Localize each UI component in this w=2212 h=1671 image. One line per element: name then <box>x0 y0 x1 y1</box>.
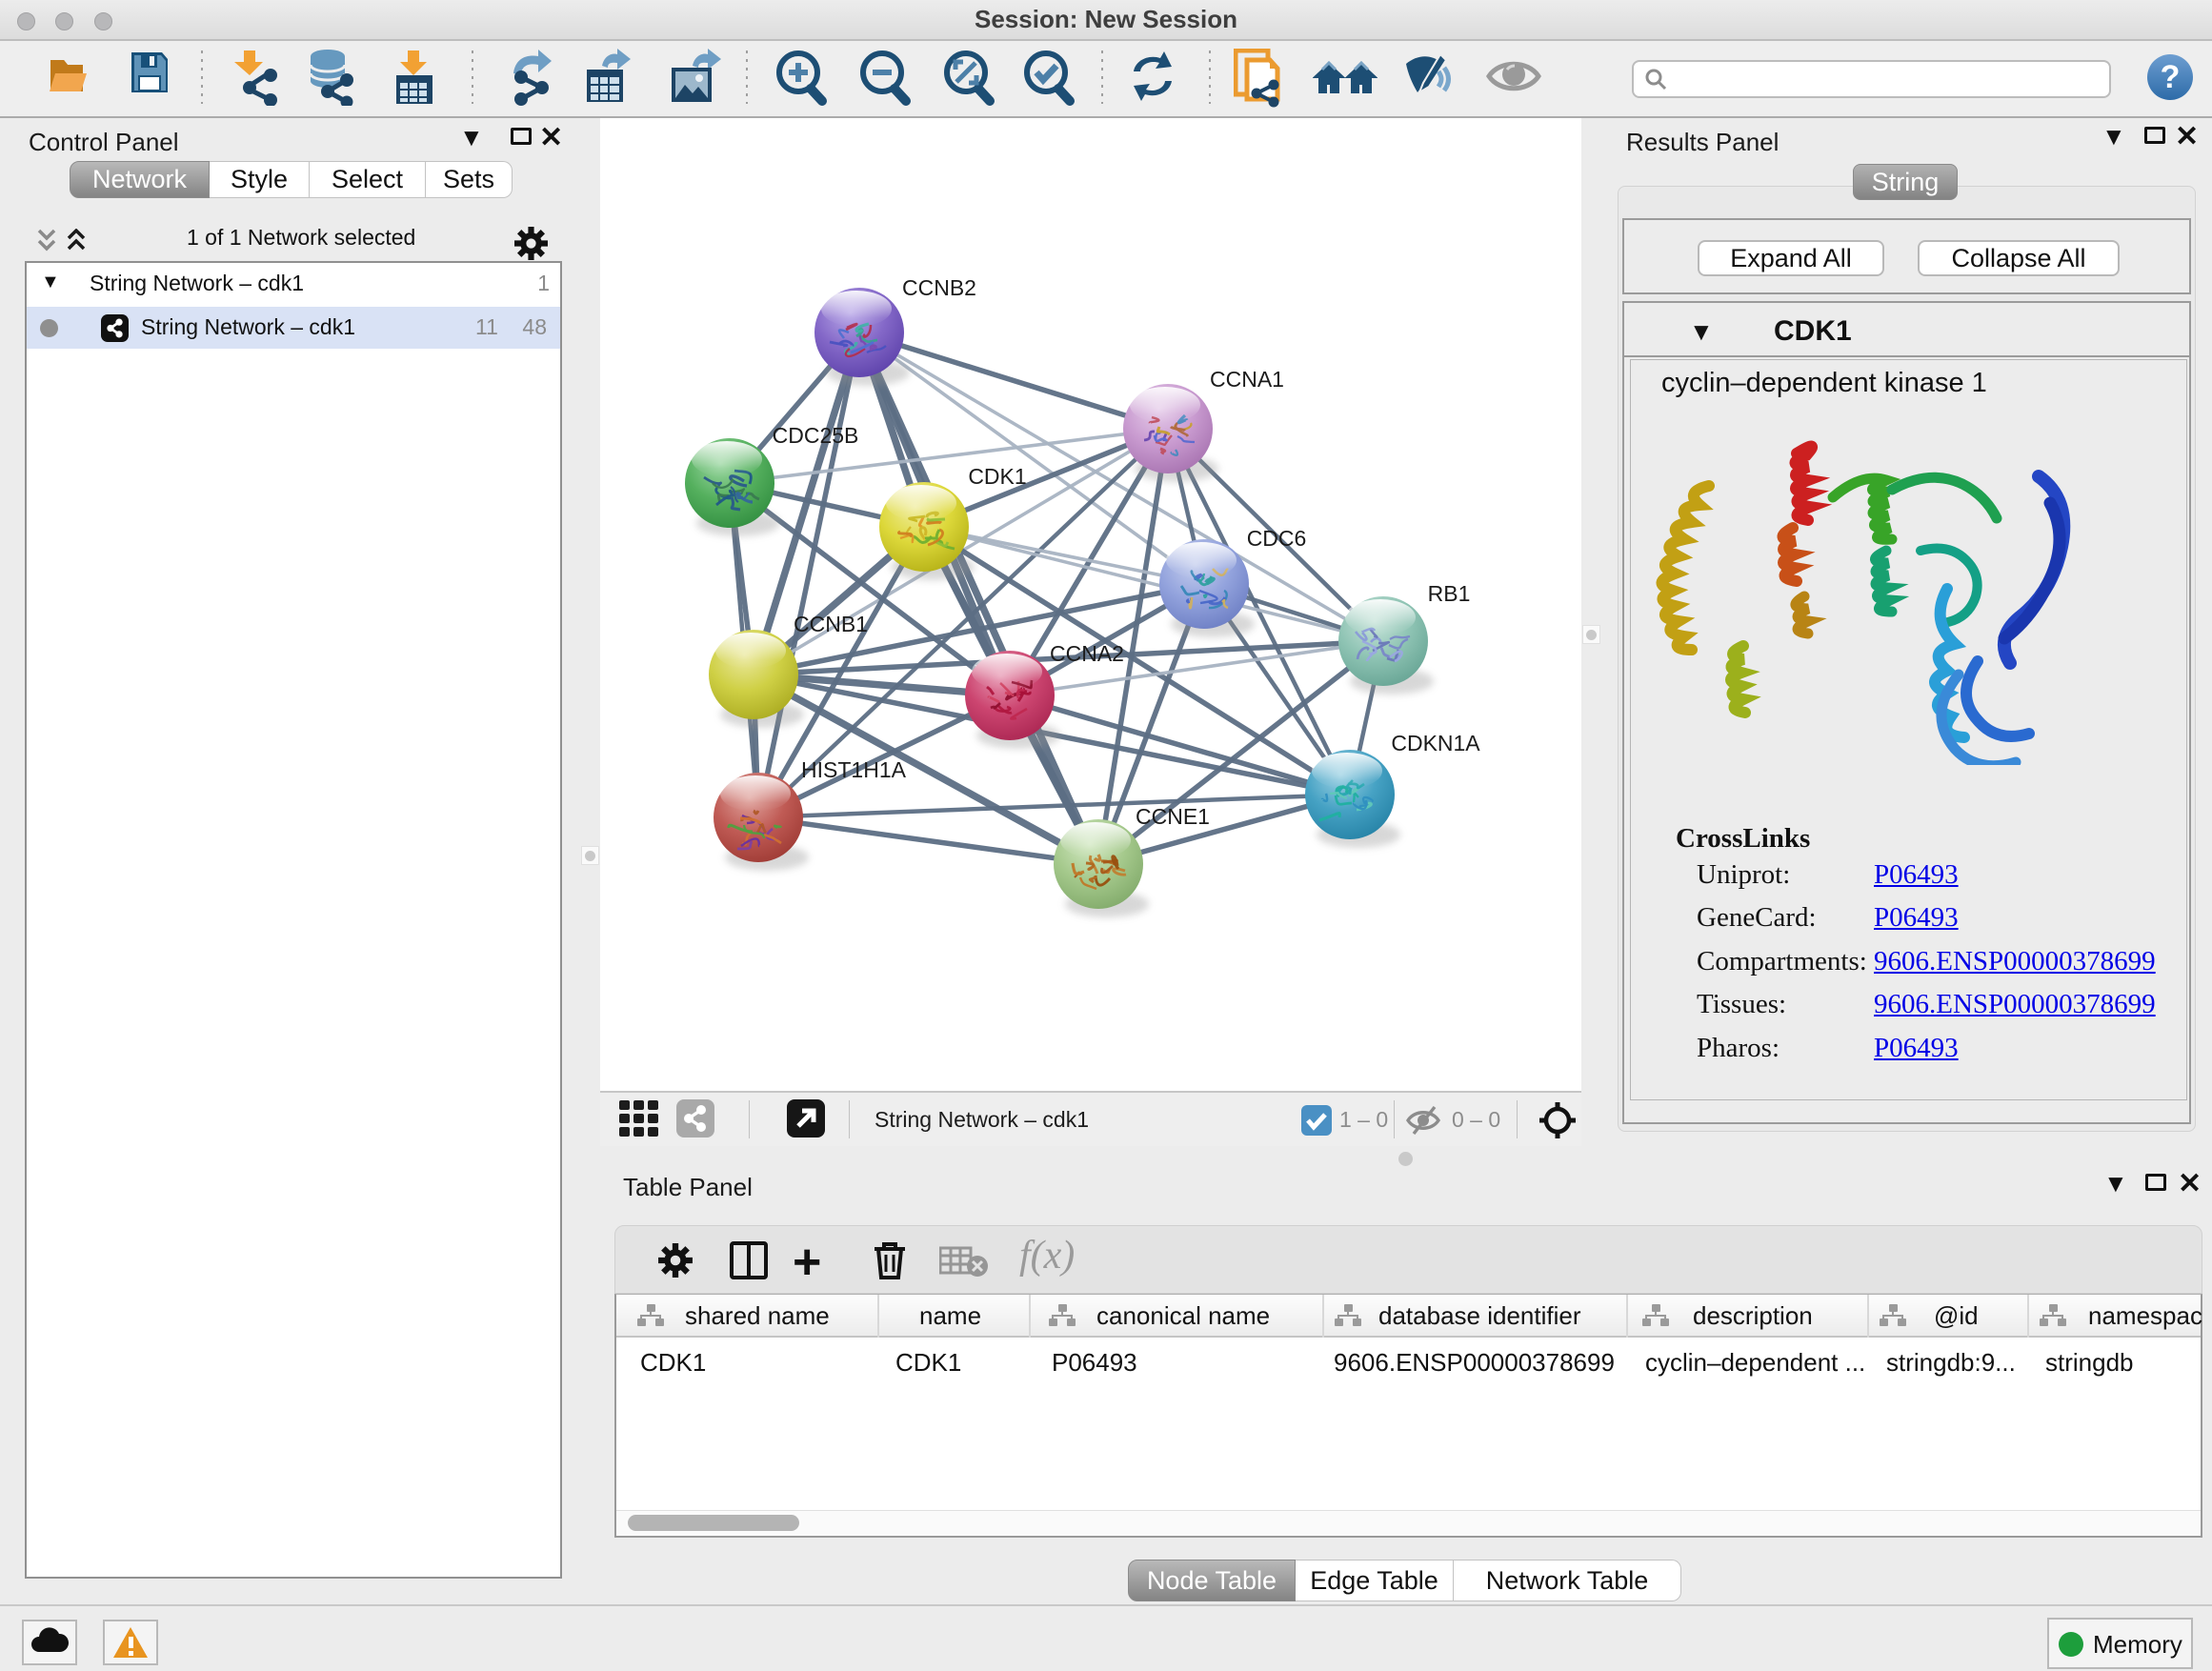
svg-text:CCNE1: CCNE1 <box>1136 804 1210 829</box>
svg-text:CDK1: CDK1 <box>968 464 1026 489</box>
svg-text:CDKN1A: CDKN1A <box>1391 731 1480 755</box>
svg-text:CDC25B: CDC25B <box>773 423 859 448</box>
svg-text:CCNA1: CCNA1 <box>1210 367 1284 392</box>
svg-text:HIST1H1A: HIST1H1A <box>801 757 907 782</box>
svg-text:CDC6: CDC6 <box>1247 526 1307 551</box>
svg-text:CCNA2: CCNA2 <box>1050 641 1124 666</box>
svg-text:CCNB2: CCNB2 <box>902 275 976 300</box>
svg-text:RB1: RB1 <box>1428 581 1471 606</box>
svg-text:CCNB1: CCNB1 <box>794 612 868 636</box>
